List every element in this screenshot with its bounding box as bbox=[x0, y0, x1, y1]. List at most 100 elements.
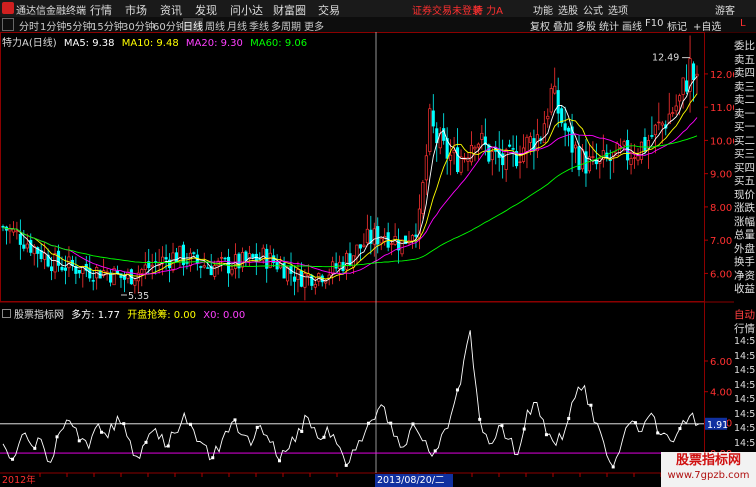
candle-body bbox=[573, 144, 578, 149]
candle-body bbox=[53, 253, 57, 273]
price-axis-label: 6.00 bbox=[710, 269, 732, 280]
candle-body bbox=[202, 265, 206, 268]
menu-item-wenxiaoda[interactable]: 问小达 bbox=[230, 2, 263, 18]
candle-body bbox=[449, 154, 453, 161]
menu-item-hangqing[interactable]: 行情 bbox=[90, 2, 112, 18]
candle-body bbox=[313, 283, 317, 288]
ind-signal-dot bbox=[455, 388, 459, 392]
price-axis-label: 7.00 bbox=[710, 236, 732, 247]
menu-bar: 通达信金融终端 行情 市场 资讯 发现 问小达 财富圈 交易 证券交易未登录 特… bbox=[0, 0, 756, 18]
tab-daily[interactable]: 日线 bbox=[183, 18, 203, 33]
ind-signal-dot bbox=[544, 433, 548, 437]
tab-monthly[interactable]: 月线 bbox=[227, 18, 247, 33]
candle-body bbox=[143, 264, 147, 270]
ind-signal-dot bbox=[55, 435, 59, 439]
btn-add-favorite[interactable]: +自选 bbox=[693, 18, 721, 33]
candle-body bbox=[390, 243, 394, 245]
ind-signal-dot bbox=[344, 463, 348, 467]
btn-biaoji[interactable]: 标记 bbox=[667, 18, 687, 33]
ind-signal-dot bbox=[233, 418, 237, 422]
price-axis-label: 12.00 bbox=[710, 70, 734, 81]
menu-item-faxian[interactable]: 发现 bbox=[195, 2, 217, 18]
tab-1min[interactable]: 1分钟 bbox=[40, 18, 66, 33]
menu-item-caifuquan[interactable]: 财富圈 bbox=[273, 2, 306, 18]
app-logo-icon bbox=[2, 2, 14, 14]
candle-body bbox=[50, 266, 54, 272]
ind-signal-dot bbox=[411, 422, 415, 426]
candle-body bbox=[632, 157, 637, 159]
btn-f10[interactable]: F10 bbox=[645, 18, 663, 29]
btn-fuquan[interactable]: 复权 bbox=[530, 18, 550, 33]
menu-item-youke[interactable]: 游客 bbox=[715, 2, 735, 17]
candle-body bbox=[355, 244, 359, 258]
candle-body bbox=[91, 280, 95, 282]
menu-item-gongshi[interactable]: 公式 bbox=[583, 2, 603, 17]
menu-item-zixun[interactable]: 资讯 bbox=[160, 2, 182, 18]
candle-body bbox=[691, 63, 696, 81]
watermark: 股票指标网 www.7gpzb.com bbox=[661, 452, 756, 487]
ind-signal-dot bbox=[33, 446, 37, 450]
side-hangqing-label[interactable]: 行情 bbox=[734, 321, 756, 336]
btn-diejia[interactable]: 叠加 bbox=[553, 18, 573, 33]
tab-fenshi[interactable]: 分时 bbox=[19, 18, 39, 33]
candle-body bbox=[532, 138, 536, 152]
candle-body bbox=[660, 122, 664, 126]
login-status[interactable]: 证券交易未登录 bbox=[412, 2, 482, 17]
tab-weekly[interactable]: 周线 bbox=[205, 18, 225, 33]
candle-body bbox=[199, 266, 203, 268]
watermark-line1: 股票指标网 bbox=[675, 453, 741, 468]
low-label: 5.35 bbox=[128, 291, 149, 302]
menu-item-gongneng[interactable]: 功能 bbox=[533, 2, 553, 17]
candle-body bbox=[22, 244, 26, 249]
btn-tongji[interactable]: 统计 bbox=[599, 18, 619, 33]
app-title: 通达信金融终端 bbox=[16, 6, 86, 17]
candle-body bbox=[553, 85, 557, 94]
candle-body bbox=[331, 261, 335, 275]
candle-body bbox=[476, 143, 480, 148]
menu-item-jiaoyi[interactable]: 交易 bbox=[318, 2, 340, 18]
candle-body bbox=[285, 266, 290, 282]
ind-signal-dot bbox=[122, 422, 126, 426]
candle-body bbox=[504, 149, 508, 170]
candle-body bbox=[542, 123, 546, 144]
tab-multi-period[interactable]: 多周期 bbox=[271, 18, 301, 33]
btn-huaxian[interactable]: 画线 bbox=[622, 18, 642, 33]
ind-signal-dot bbox=[189, 422, 193, 426]
candle-body bbox=[431, 110, 435, 127]
candle-body bbox=[365, 228, 369, 244]
menu-item-xuanxiang[interactable]: 选项 bbox=[608, 2, 628, 17]
candle-body bbox=[501, 153, 505, 166]
candle-body bbox=[456, 147, 460, 173]
candle-body bbox=[192, 252, 196, 254]
candle-body bbox=[643, 137, 647, 152]
btn-duogu[interactable]: 多股 bbox=[576, 18, 596, 33]
ind-signal-dot bbox=[389, 421, 393, 425]
menu-item-xuangu[interactable]: 选股 bbox=[558, 2, 578, 17]
candle-body bbox=[174, 252, 179, 263]
kline-chart[interactable]: 12.00 11.00 10.00 9.00 8.00 7.00 6.00 12.49 5.35… bbox=[0, 32, 734, 487]
ind-signal-dot bbox=[11, 457, 15, 461]
tab-60min[interactable]: 60分钟 bbox=[153, 18, 186, 33]
candle-body bbox=[525, 136, 529, 152]
tab-15min[interactable]: 15分钟 bbox=[91, 18, 124, 33]
tab-quarterly[interactable]: 季线 bbox=[249, 18, 269, 33]
tab-more[interactable]: 更多 bbox=[304, 18, 324, 33]
indicator-settings-icon[interactable] bbox=[2, 309, 11, 318]
ind-signal-dot bbox=[300, 429, 304, 433]
menu-item-shichang[interactable]: 市场 bbox=[125, 2, 147, 18]
tab-30min[interactable]: 30分钟 bbox=[122, 18, 155, 33]
layout-icon[interactable] bbox=[2, 18, 14, 31]
side-tick-time: 14:50 bbox=[734, 336, 756, 347]
candle-body bbox=[379, 238, 383, 244]
candle-body bbox=[150, 264, 154, 267]
tab-5min[interactable]: 5分钟 bbox=[66, 18, 92, 33]
ind-signal-dot bbox=[277, 459, 281, 463]
candle-body bbox=[77, 269, 81, 274]
ind-signal-dot bbox=[166, 444, 170, 448]
candle-body bbox=[452, 150, 456, 154]
indicator-legend: 股票指标网 多方: 1.77 开盘抢筹: 0.00 X0: 0.00 bbox=[2, 306, 249, 321]
high-label: 12.49 bbox=[652, 53, 679, 64]
candle-body bbox=[358, 244, 362, 249]
candle-body bbox=[140, 269, 144, 274]
side-auto-label[interactable]: 自动 bbox=[734, 307, 756, 322]
